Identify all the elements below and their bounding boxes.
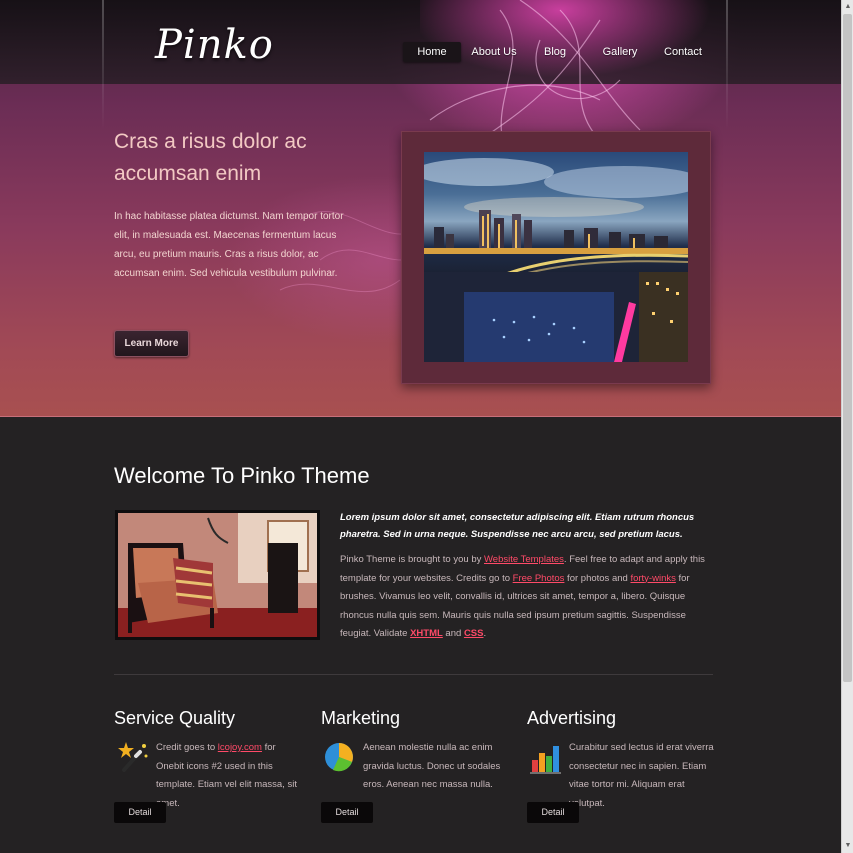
scroll-up-arrow-icon[interactable]: ▲ (843, 2, 853, 12)
city-night-photo (424, 152, 688, 362)
learn-more-button[interactable]: Learn More (114, 330, 189, 357)
vertical-scrollbar[interactable]: ▲ ▼ (841, 0, 853, 853)
pie-chart-icon (323, 740, 357, 774)
frame-line-decoration (102, 0, 104, 130)
column-title: Marketing (321, 708, 401, 728)
welcome-title: Welcome To Pinko Theme (114, 463, 370, 488)
section-divider (114, 674, 713, 675)
xhtml-link[interactable]: XHTML (410, 628, 443, 639)
main-content: Welcome To Pinko Theme Lorem ipsum dolor… (0, 417, 841, 853)
column-title: Advertising (527, 708, 617, 728)
nav-item-contact[interactable]: Contact (657, 42, 709, 62)
body-text: for photos and (564, 572, 631, 584)
magic-wand-icon (116, 740, 150, 774)
hero-photo-frame (401, 131, 711, 384)
free-photos-link[interactable]: Free Photos (513, 573, 565, 584)
marketing-column: Marketing Aenean molestie nulla ac enim … (321, 708, 511, 838)
frame-line-decoration (726, 0, 728, 130)
body-text: and (442, 628, 464, 639)
body-text: . (483, 628, 487, 639)
site-logo[interactable]: Pinko (155, 22, 274, 68)
website-templates-link[interactable]: Website Templates (484, 554, 564, 565)
detail-button[interactable]: Detail (321, 802, 373, 823)
scrollbar-thumb[interactable] (843, 14, 852, 682)
advertising-column: Advertising Curabitur sed lectus id erat… (527, 708, 717, 838)
intro-lead-text: Lorem ipsum dolor sit amet, consectetur … (340, 512, 695, 540)
body-text: Credit goes to (156, 742, 218, 753)
nav-item-about-us[interactable]: About Us (467, 42, 521, 62)
css-link[interactable]: CSS (464, 628, 484, 639)
icojoy-link[interactable]: lcojoy.com (218, 742, 262, 753)
hero-title: Cras a risus dolor ac accumsan enim (114, 130, 307, 185)
forty-winks-link[interactable]: forty-winks (630, 573, 675, 584)
scroll-down-arrow-icon[interactable]: ▼ (843, 841, 853, 851)
detail-button[interactable]: Detail (527, 802, 579, 823)
column-title: Service Quality (114, 708, 236, 728)
intro-body-text: Pinko Theme is brought to you by Website… (340, 551, 712, 644)
armchair-room-illustration (118, 513, 317, 637)
nav-item-gallery[interactable]: Gallery (593, 42, 647, 62)
hero-text: In hac habitasse platea dictumst. Nam te… (114, 211, 344, 279)
hero-banner: Pinko Home About Us Blog Gallery Contact… (0, 0, 841, 417)
bar-chart-icon (529, 740, 563, 774)
city-skyline-illustration (424, 158, 688, 362)
nav-item-home[interactable]: Home (403, 42, 461, 62)
service-quality-column: Service Quality Credit goes to lcojoy.co… (114, 708, 304, 838)
room-photo (115, 510, 320, 640)
body-text: Pinko Theme is brought to you by (340, 554, 484, 565)
column-text: Curabitur sed lectus id erat viverra con… (569, 742, 714, 809)
nav-item-blog[interactable]: Blog (535, 42, 575, 62)
column-text: Credit goes to lcojoy.com for Onebit ico… (156, 739, 306, 813)
column-text: Aenean molestie nulla ac enim gravida lu… (363, 742, 501, 790)
page: Pinko Home About Us Blog Gallery Contact… (0, 0, 853, 853)
detail-button[interactable]: Detail (114, 802, 166, 823)
